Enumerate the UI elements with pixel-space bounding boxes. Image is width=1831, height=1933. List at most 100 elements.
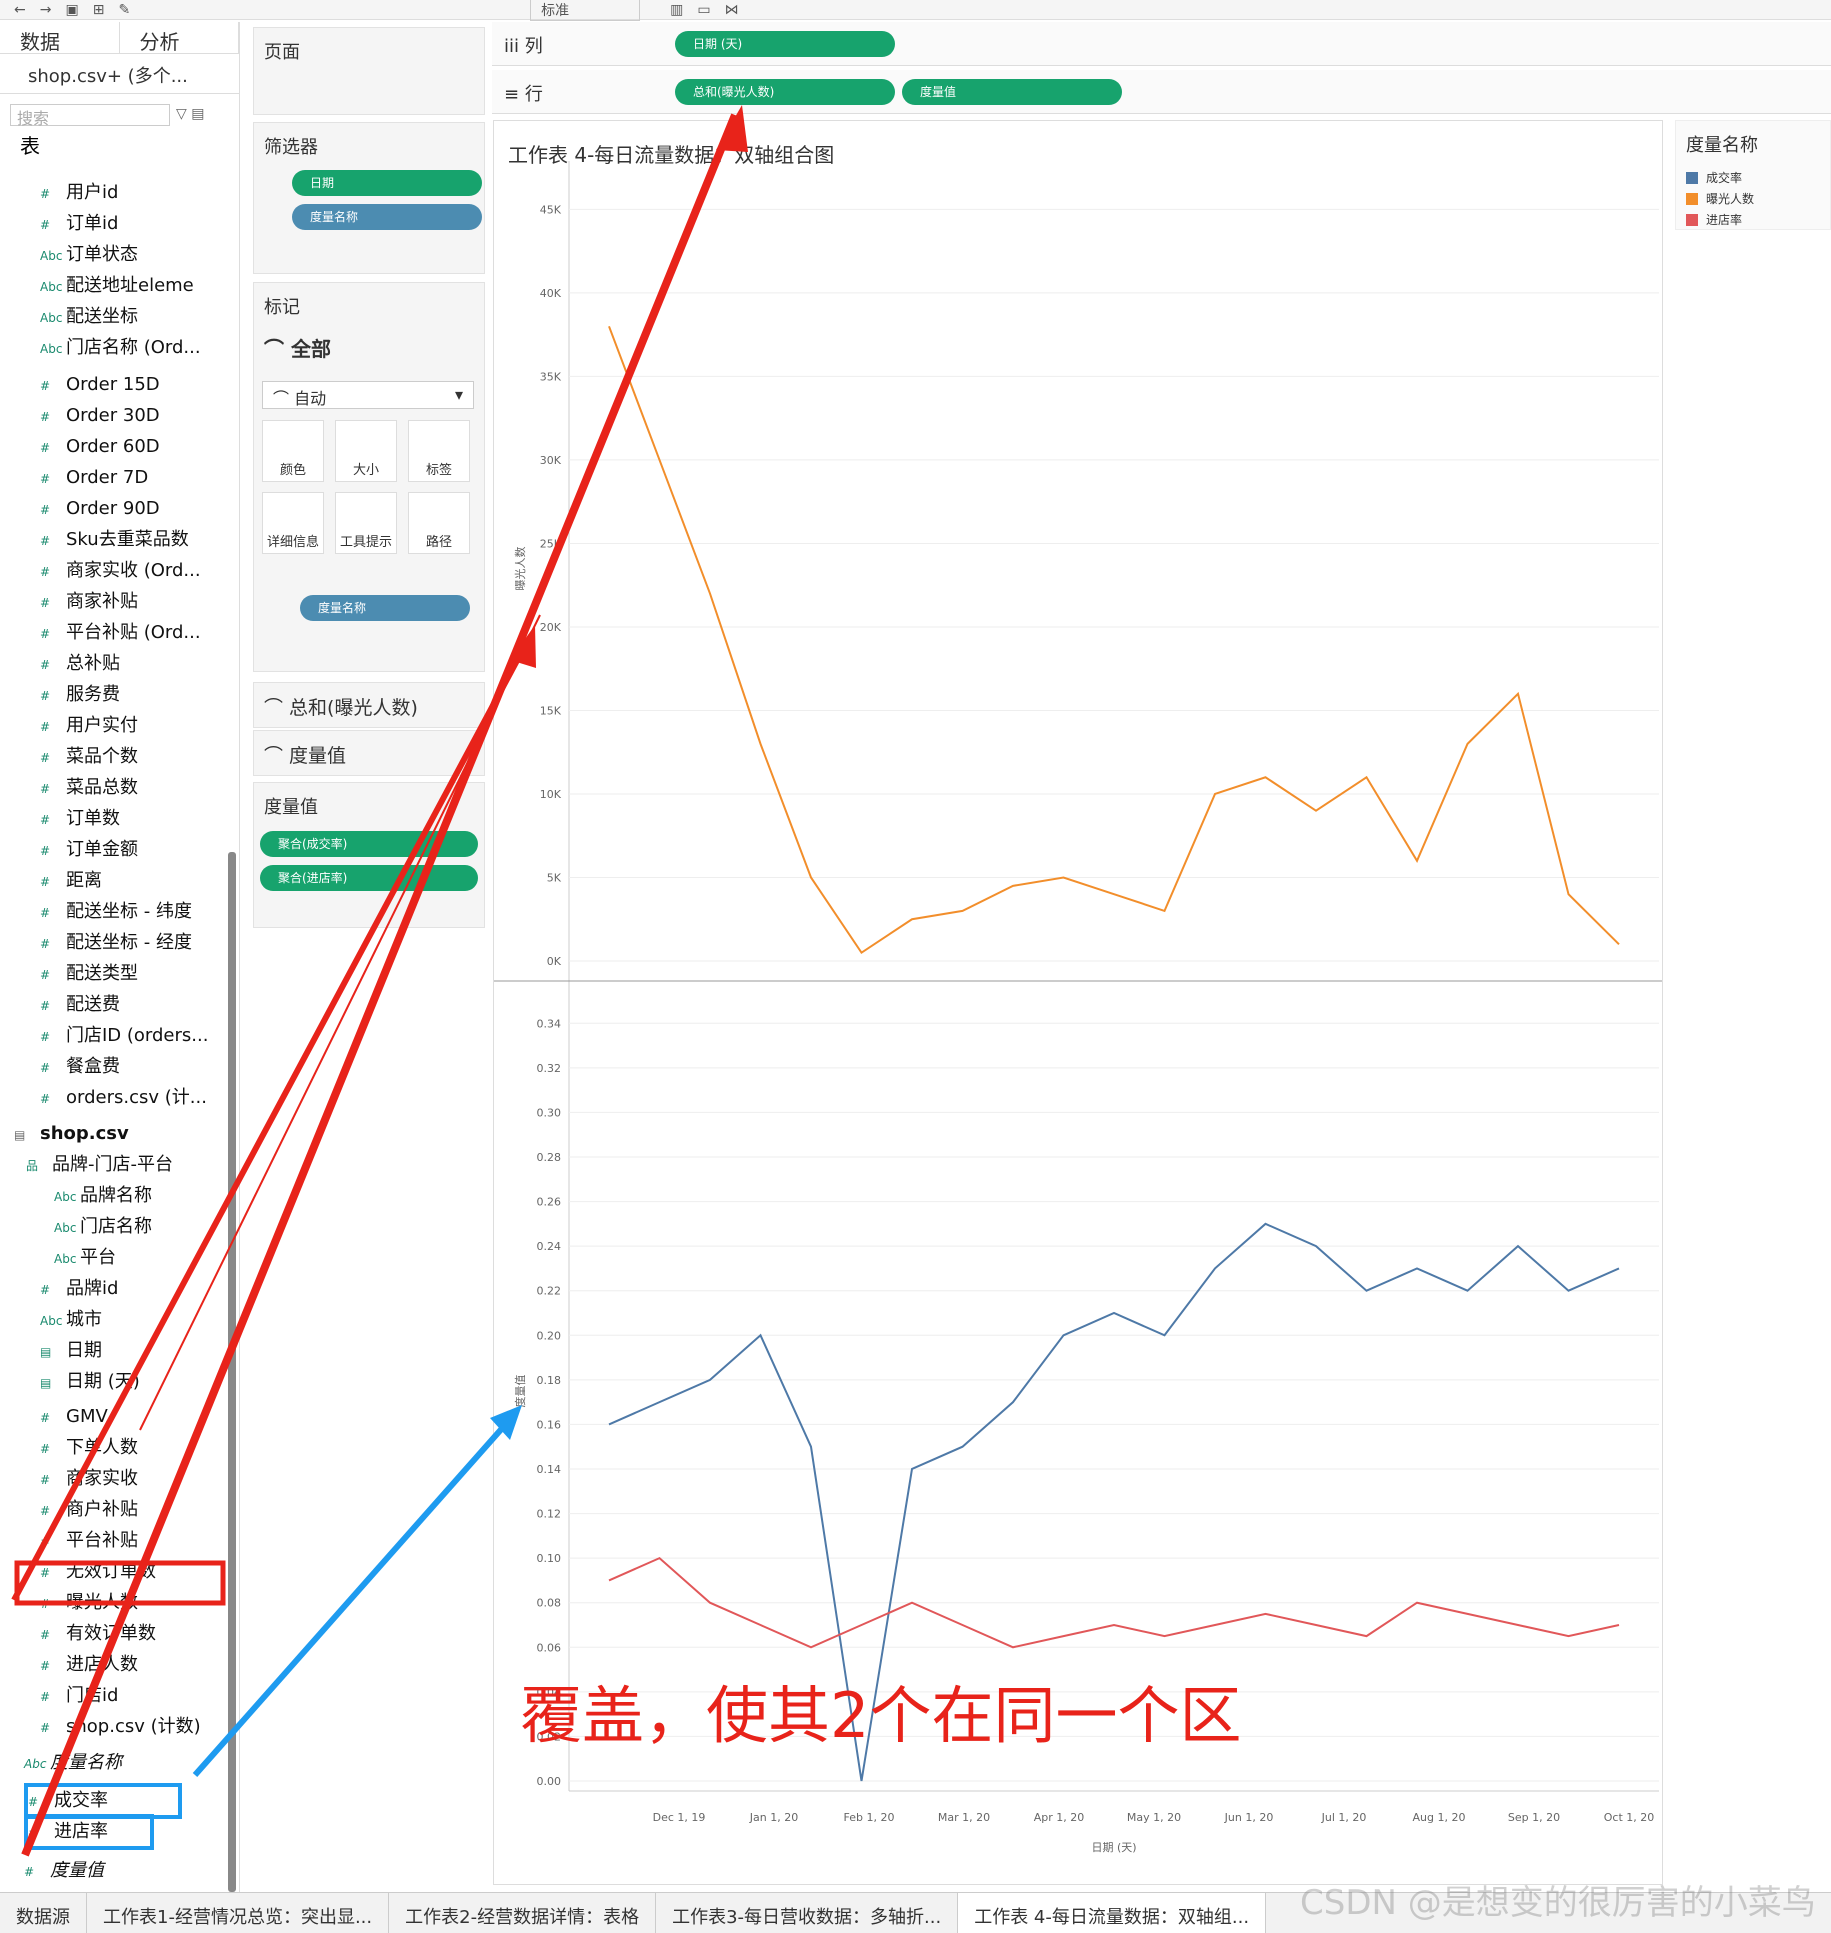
field-item[interactable]: # GMV — [40, 1403, 108, 1431]
field-item[interactable]: # 商家实收 — [40, 1465, 138, 1493]
mv-card[interactable]: ⌒ 度量值 — [253, 730, 485, 776]
legend-item[interactable]: 曝光人数 — [1676, 188, 1830, 209]
field-item[interactable]: Abc 品牌名称 — [54, 1182, 152, 1210]
field-item[interactable]: # shop.csv (计数) — [40, 1713, 201, 1741]
field-item[interactable]: # orders.csv (计... — [40, 1084, 207, 1112]
field-item[interactable]: Abc 配送坐标 — [40, 303, 138, 331]
worksheet-view[interactable]: 工作表 4-每日流量数据：双轴组合图 0K 5K 10K 15K 20K 25K 30K 35… — [493, 120, 1663, 1885]
field-item[interactable]: Abc 配送地址eleme — [40, 272, 194, 300]
field-item[interactable]: # 有效订单数 — [40, 1620, 156, 1648]
field-item[interactable]: # 下单人数 — [40, 1434, 138, 1462]
mark-button-palette[interactable]: 颜色 — [262, 420, 324, 482]
fit-select[interactable]: 标准 — [530, 0, 641, 21]
tab-sheet3[interactable]: 工作表3-每日营收数据：多轴折... — [656, 1893, 959, 1933]
columns-date-pill[interactable]: 日期 (天) — [675, 31, 895, 57]
mv-pill-entry[interactable]: 聚合(进店率) — [260, 865, 478, 891]
field-item[interactable]: Abc 平台 — [54, 1244, 116, 1272]
rows-shelf[interactable]: ≡ 行 总和(曝光人数) 度量值 — [492, 70, 1831, 114]
field-item[interactable]: # 商家实收 (Ord... — [40, 557, 201, 585]
scrollbar[interactable] — [228, 852, 236, 1892]
field-item[interactable]: # 平台补贴 (Ord... — [40, 619, 201, 647]
tab-data[interactable]: 数据 — [0, 22, 120, 54]
share-icon[interactable]: ⋈ — [725, 2, 739, 18]
rows-mv-pill[interactable]: 度量值 — [902, 79, 1122, 105]
field-item[interactable]: # Order 30D — [40, 402, 160, 430]
shop-table[interactable]: ▤ shop.csv — [14, 1120, 129, 1148]
undo-icon[interactable]: ← — [14, 2, 26, 18]
field-item[interactable]: # 总补贴 — [40, 650, 120, 678]
hierarchy-item[interactable]: 品品牌-门店-平台 — [26, 1151, 173, 1179]
filter-icon[interactable]: ▽ ▤ — [176, 106, 204, 122]
field-item[interactable]: # 订单id — [40, 210, 118, 238]
tab-sheet2[interactable]: 工作表2-经营数据详情：表格 — [389, 1893, 657, 1933]
field-item[interactable]: # 距离 — [40, 867, 102, 895]
field-item[interactable]: # Order 60D — [40, 433, 160, 461]
mark-button-detail[interactable]: 详细信息 — [262, 492, 324, 554]
mark-type-select[interactable]: ⌒ 自动 ▾ — [262, 381, 474, 409]
field-item[interactable]: # 门店id — [40, 1682, 118, 1710]
tab-analysis[interactable]: 分析 — [120, 22, 239, 54]
field-item[interactable]: Abc 城市 — [40, 1306, 102, 1334]
dual-axis-chart[interactable]: 0K5K10K15K20K25K30K35K40K45K曝光人数0.000.02… — [494, 121, 1662, 1884]
field-item[interactable]: # 配送类型 — [40, 960, 138, 988]
legend-item[interactable]: 进店率 — [1676, 209, 1830, 230]
field-item[interactable]: # 品牌id — [40, 1275, 118, 1303]
field-item[interactable]: # Sku去重菜品数 — [40, 526, 189, 554]
mark-button-size[interactable]: 大小 — [335, 420, 397, 482]
filter-measure-pill[interactable]: 度量名称 — [292, 204, 482, 230]
rows-sum-pill[interactable]: 总和(曝光人数) — [675, 79, 895, 105]
field-item[interactable]: # Order 90D — [40, 495, 160, 523]
field-item[interactable]: # 进店人数 — [40, 1651, 138, 1679]
presentation-icon[interactable]: ▭ — [697, 2, 710, 18]
new-sheet-icon[interactable]: ⊞ — [93, 2, 105, 18]
tab-sheet4[interactable]: 工作表 4-每日流量数据：双轴组... — [958, 1893, 1267, 1933]
field-item[interactable]: # 菜品总数 — [40, 774, 138, 802]
mark-button-path[interactable]: 路径 — [408, 492, 470, 554]
field-item[interactable]: Abc 门店名称 (Ord... — [40, 334, 201, 362]
field-item[interactable]: # 订单数 — [40, 805, 120, 833]
datasource-name[interactable]: shop.csv+ (多个... — [0, 54, 239, 94]
field-item[interactable]: Abc 门店名称 — [54, 1213, 152, 1241]
filters-card[interactable]: 筛选器 日期 度量名称 — [253, 122, 485, 274]
calc-field-entry[interactable]: # 进店率 — [24, 1814, 154, 1850]
measure-values-field[interactable]: # 度量值 — [24, 1857, 104, 1885]
sum-card[interactable]: ⌒ 总和(曝光人数) — [253, 682, 485, 728]
highlight-icon[interactable]: ✎ — [118, 2, 130, 18]
pages-card[interactable]: 页面 — [253, 27, 485, 115]
save-icon[interactable]: ▣ — [65, 2, 78, 18]
field-item[interactable]: # 用户实付 — [40, 712, 138, 740]
field-item[interactable]: # 商户补贴 — [40, 1496, 138, 1524]
field-item[interactable]: # 菜品个数 — [40, 743, 138, 771]
field-item[interactable]: # Order 7D — [40, 464, 148, 492]
field-item[interactable]: # 配送坐标 - 经度 — [40, 929, 192, 957]
field-item[interactable]: # 门店ID (orders... — [40, 1022, 208, 1050]
mv-pill-conversion[interactable]: 聚合(成交率) — [260, 831, 478, 857]
field-item[interactable]: # 餐盒费 — [40, 1053, 120, 1081]
field-item[interactable]: # 平台补贴 — [40, 1527, 138, 1555]
field-item[interactable]: Abc 订单状态 — [40, 241, 138, 269]
mark-button-tooltip[interactable]: 工具提示 — [335, 492, 397, 554]
color-measure-pill[interactable]: 度量名称 — [300, 595, 470, 621]
field-item[interactable]: # 订单金额 — [40, 836, 138, 864]
search-input[interactable]: 搜索 — [10, 104, 170, 128]
filter-date-pill[interactable]: 日期 — [292, 170, 482, 196]
marks-all-tab[interactable]: ⌒ 全部 — [254, 329, 484, 372]
columns-shelf[interactable]: iii 列 日期 (天) — [492, 22, 1831, 66]
redo-icon[interactable]: → — [40, 2, 52, 18]
measure-names-field[interactable]: Abc 度量名称 — [24, 1749, 122, 1777]
mark-button-label[interactable]: 标签 — [408, 420, 470, 482]
chart-type-icon[interactable]: ▥ — [670, 2, 683, 18]
tab-sheet1[interactable]: 工作表1-经营情况总览：突出显... — [87, 1893, 390, 1933]
field-item[interactable]: # 配送坐标 - 纬度 — [40, 898, 192, 926]
field-item[interactable]: # 曝光人数 — [40, 1589, 138, 1617]
legend-item[interactable]: 成交率 — [1676, 167, 1830, 188]
tab-datasource[interactable]: 数据源 — [0, 1893, 87, 1933]
field-item[interactable]: # 无效订单数 — [40, 1558, 156, 1586]
field-item[interactable]: # 服务费 — [40, 681, 120, 709]
field-item[interactable]: ▤ 日期 (天) — [40, 1368, 140, 1396]
field-item[interactable]: # 商家补贴 — [40, 588, 138, 616]
field-item[interactable]: # Order 15D — [40, 371, 160, 399]
field-item[interactable]: ▤ 日期 — [40, 1337, 102, 1365]
field-item[interactable]: # 用户id — [40, 179, 118, 207]
field-item[interactable]: # 配送费 — [40, 991, 120, 1019]
